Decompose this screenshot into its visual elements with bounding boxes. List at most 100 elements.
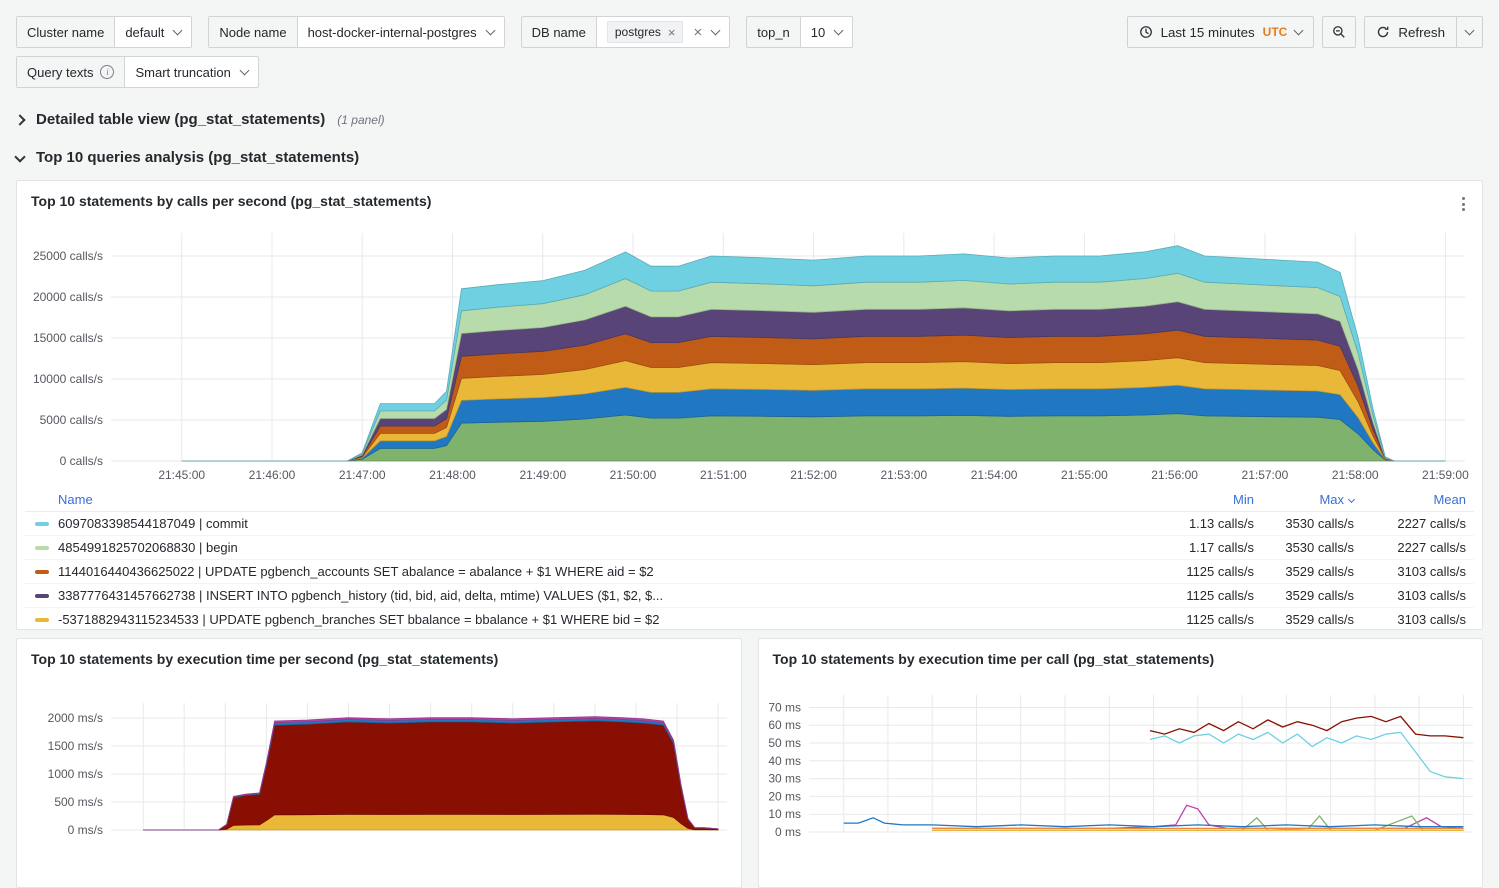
timezone-label: UTC bbox=[1263, 25, 1288, 39]
node-name-label: Node name bbox=[208, 16, 297, 48]
top-n-label: top_n bbox=[746, 16, 801, 48]
legend-series-name[interactable]: 6097083398544187049 | commit bbox=[58, 516, 1149, 531]
top-n-control: top_n 10 bbox=[746, 16, 853, 48]
chart-svg[interactable]: 0 ms/s500 ms/s1000 ms/s1500 ms/s2000 ms/… bbox=[25, 685, 734, 885]
query-texts-select[interactable]: Smart truncation bbox=[124, 56, 258, 88]
query-texts-control: Query texts Smart truncation bbox=[16, 56, 259, 88]
legend-header-min[interactable]: Min bbox=[1149, 492, 1254, 507]
legend-max-value: 3530 calls/s bbox=[1254, 516, 1354, 531]
section-panel-count: (1 panel) bbox=[337, 113, 384, 127]
panel-title[interactable]: Top 10 statements by execution time per … bbox=[25, 645, 733, 673]
node-name-control: Node name host-docker-internal-postgres bbox=[208, 16, 504, 48]
clock-icon bbox=[1139, 25, 1153, 39]
panel-title[interactable]: Top 10 statements by calls per second (p… bbox=[25, 187, 1474, 215]
svg-text:70 ms: 70 ms bbox=[768, 701, 801, 715]
query-texts-label: Query texts bbox=[16, 56, 125, 88]
section-title: Top 10 queries analysis (pg_stat_stateme… bbox=[36, 148, 359, 168]
svg-text:21:54:00: 21:54:00 bbox=[971, 468, 1018, 482]
chevron-down-icon bbox=[1465, 25, 1475, 35]
series-color-swatch bbox=[35, 522, 49, 526]
legend-rows: 6097083398544187049 | commit1.13 calls/s… bbox=[25, 512, 1474, 632]
legend-max-value: 3529 calls/s bbox=[1254, 564, 1354, 579]
legend-row: 4854991825702068830 | begin1.17 calls/s3… bbox=[25, 536, 1474, 560]
svg-text:21:55:00: 21:55:00 bbox=[1061, 468, 1108, 482]
legend-mean-value: 2227 calls/s bbox=[1354, 540, 1466, 555]
panel-exec-time-per-second: Top 10 statements by execution time per … bbox=[16, 638, 742, 888]
chart-svg[interactable]: 0 ms10 ms20 ms30 ms40 ms50 ms60 ms70 ms bbox=[767, 685, 1477, 885]
legend-min-value: 1125 calls/s bbox=[1149, 564, 1254, 579]
legend-series-name[interactable]: 1144016440436625022 | UPDATE pgbench_acc… bbox=[58, 564, 1149, 579]
node-name-select[interactable]: host-docker-internal-postgres bbox=[297, 16, 505, 48]
info-icon[interactable] bbox=[100, 65, 114, 79]
legend-header-mean[interactable]: Mean bbox=[1354, 492, 1466, 507]
legend-series-name[interactable]: 4854991825702068830 | begin bbox=[58, 540, 1149, 555]
zoom-out-time-button[interactable] bbox=[1322, 16, 1356, 48]
legend-mean-value: 3103 calls/s bbox=[1354, 612, 1466, 627]
svg-text:21:48:00: 21:48:00 bbox=[429, 468, 476, 482]
legend-row: 3387776431457662738 | INSERT INTO pgbenc… bbox=[25, 584, 1474, 608]
svg-text:21:56:00: 21:56:00 bbox=[1151, 468, 1198, 482]
legend-header-max[interactable]: Max bbox=[1254, 492, 1354, 507]
time-controls: Last 15 minutes UTC Refresh bbox=[1127, 16, 1483, 48]
refresh-button[interactable]: Refresh bbox=[1364, 16, 1457, 48]
legend-mean-value: 3103 calls/s bbox=[1354, 588, 1466, 603]
db-name-select[interactable]: postgres bbox=[596, 16, 730, 48]
clear-selection-icon[interactable] bbox=[693, 25, 702, 40]
panel-exec-time-per-call: Top 10 statements by execution time per … bbox=[758, 638, 1484, 888]
legend-row: -5371882943115234533 | UPDATE pgbench_br… bbox=[25, 608, 1474, 632]
calls-per-second-chart[interactable]: 21:45:0021:46:0021:47:0021:48:0021:49:00… bbox=[25, 227, 1474, 488]
legend-series-name[interactable]: -5371882943115234533 | UPDATE pgbench_br… bbox=[58, 612, 1149, 627]
time-range-label: Last 15 minutes bbox=[1161, 25, 1255, 40]
db-name-control: DB name postgres bbox=[521, 16, 731, 48]
chevron-down-icon bbox=[834, 25, 844, 35]
toolbar-row-1: Cluster name default Node name host-dock… bbox=[16, 16, 1483, 48]
refresh-split-button: Refresh bbox=[1364, 16, 1483, 48]
svg-text:21:51:00: 21:51:00 bbox=[700, 468, 747, 482]
svg-text:21:45:00: 21:45:00 bbox=[158, 468, 205, 482]
time-range-picker-button[interactable]: Last 15 minutes UTC bbox=[1127, 16, 1315, 48]
db-name-tag: postgres bbox=[607, 21, 684, 43]
section-top10-queries[interactable]: Top 10 queries analysis (pg_stat_stateme… bbox=[16, 148, 1483, 168]
refresh-icon bbox=[1376, 25, 1390, 39]
legend-min-value: 1.13 calls/s bbox=[1149, 516, 1254, 531]
refresh-interval-button[interactable] bbox=[1456, 16, 1483, 48]
svg-text:15000 calls/s: 15000 calls/s bbox=[33, 331, 103, 345]
toolbar-row-2: Query texts Smart truncation bbox=[16, 56, 1483, 88]
exec-time-per-call-chart[interactable]: 0 ms10 ms20 ms30 ms40 ms50 ms60 ms70 ms bbox=[767, 685, 1475, 888]
cluster-name-label: Cluster name bbox=[16, 16, 115, 48]
section-title: Detailed table view (pg_stat_statements) bbox=[36, 110, 325, 130]
legend-min-value: 1.17 calls/s bbox=[1149, 540, 1254, 555]
series-color-swatch bbox=[35, 618, 49, 622]
svg-text:21:59:00: 21:59:00 bbox=[1422, 468, 1469, 482]
zoom-out-icon bbox=[1332, 25, 1346, 39]
svg-text:50 ms: 50 ms bbox=[768, 736, 801, 750]
exec-time-per-second-chart[interactable]: 0 ms/s500 ms/s1000 ms/s1500 ms/s2000 ms/… bbox=[25, 685, 733, 888]
chevron-down-icon bbox=[173, 25, 183, 35]
legend-min-value: 1125 calls/s bbox=[1149, 588, 1254, 603]
svg-text:21:49:00: 21:49:00 bbox=[519, 468, 566, 482]
svg-text:20 ms: 20 ms bbox=[768, 789, 801, 803]
legend-max-value: 3529 calls/s bbox=[1254, 588, 1354, 603]
cluster-name-select[interactable]: default bbox=[114, 16, 192, 48]
legend-header-max-text: Max bbox=[1319, 492, 1344, 507]
db-name-tag-value: postgres bbox=[615, 25, 661, 39]
svg-text:21:53:00: 21:53:00 bbox=[880, 468, 927, 482]
svg-text:20000 calls/s: 20000 calls/s bbox=[33, 290, 103, 304]
panel-menu-icon[interactable] bbox=[1459, 194, 1468, 214]
legend-mean-value: 2227 calls/s bbox=[1354, 516, 1466, 531]
svg-text:21:50:00: 21:50:00 bbox=[610, 468, 657, 482]
legend-header: Name Min Max Mean bbox=[25, 488, 1474, 512]
query-texts-label-text: Query texts bbox=[27, 65, 93, 80]
legend-mean-value: 3103 calls/s bbox=[1354, 564, 1466, 579]
legend-max-value: 3529 calls/s bbox=[1254, 612, 1354, 627]
legend-header-name[interactable]: Name bbox=[58, 492, 1149, 507]
legend-series-name[interactable]: 3387776431457662738 | INSERT INTO pgbenc… bbox=[58, 588, 1149, 603]
svg-text:0 ms: 0 ms bbox=[774, 825, 800, 839]
remove-tag-icon[interactable] bbox=[668, 26, 676, 39]
series-color-swatch bbox=[35, 570, 49, 574]
section-detailed-table-view[interactable]: Detailed table view (pg_stat_statements)… bbox=[16, 110, 1483, 130]
chart-svg[interactable]: 21:45:0021:46:0021:47:0021:48:0021:49:00… bbox=[25, 227, 1476, 485]
cluster-name-control: Cluster name default bbox=[16, 16, 192, 48]
panel-title[interactable]: Top 10 statements by execution time per … bbox=[767, 645, 1475, 673]
top-n-select[interactable]: 10 bbox=[800, 16, 853, 48]
